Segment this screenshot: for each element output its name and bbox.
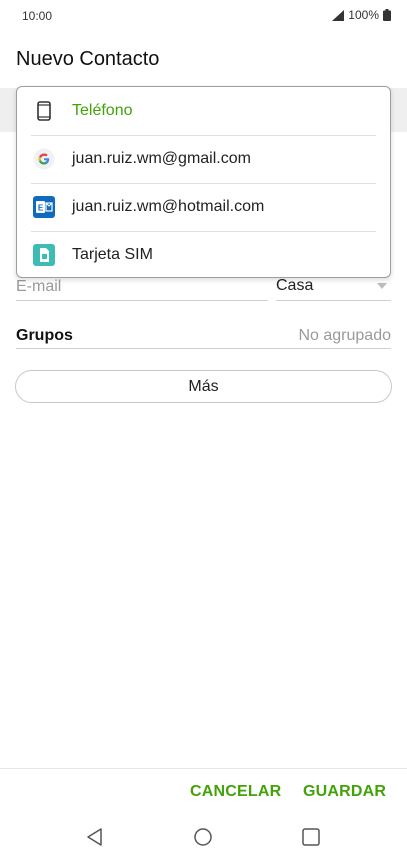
dropdown-item-gmail[interactable]: juan.ruiz.wm@gmail.com <box>17 135 390 183</box>
dropdown-item-label: juan.ruiz.wm@gmail.com <box>72 150 251 167</box>
groups-value: No agrupado <box>298 327 391 344</box>
status-indicators: 100% <box>332 8 391 22</box>
action-bar: CANCELAR GUARDAR <box>0 768 407 814</box>
cancel-button[interactable]: CANCELAR <box>190 783 281 801</box>
signal-icon <box>332 9 345 21</box>
google-icon <box>33 148 55 170</box>
sim-card-icon <box>33 244 55 266</box>
outlook-icon: E <box>33 196 55 218</box>
svg-text:E: E <box>38 204 44 213</box>
more-button[interactable]: Más <box>15 370 392 403</box>
status-time: 10:00 <box>22 9 53 23</box>
dropdown-item-label: Tarjeta SIM <box>72 246 153 263</box>
page-title: Nuevo Contacto <box>16 48 160 70</box>
status-bar: 10:00 100% <box>0 0 407 32</box>
dropdown-item-label: Teléfono <box>72 102 133 119</box>
battery-percent: 100% <box>348 8 379 22</box>
home-icon[interactable] <box>192 826 214 848</box>
caret-down-icon <box>377 283 387 289</box>
groups-label: Grupos <box>16 327 73 344</box>
recent-apps-icon[interactable] <box>300 826 322 848</box>
email-type-value: Casa <box>276 277 314 294</box>
save-button[interactable]: GUARDAR <box>303 783 386 801</box>
navigation-bar <box>0 814 407 860</box>
phone-icon <box>33 100 55 122</box>
account-dropdown: Teléfono juan.ruiz.wm@gmail.com E juan.r… <box>16 86 391 278</box>
dropdown-item-label: juan.ruiz.wm@hotmail.com <box>72 198 265 215</box>
dropdown-item-phone[interactable]: Teléfono <box>17 87 390 135</box>
back-icon[interactable] <box>84 826 106 848</box>
battery-icon <box>383 9 391 21</box>
dropdown-item-sim[interactable]: Tarjeta SIM <box>17 231 390 279</box>
groups-row[interactable]: Grupos No agrupado <box>16 324 391 349</box>
dropdown-item-hotmail[interactable]: E juan.ruiz.wm@hotmail.com <box>17 183 390 231</box>
